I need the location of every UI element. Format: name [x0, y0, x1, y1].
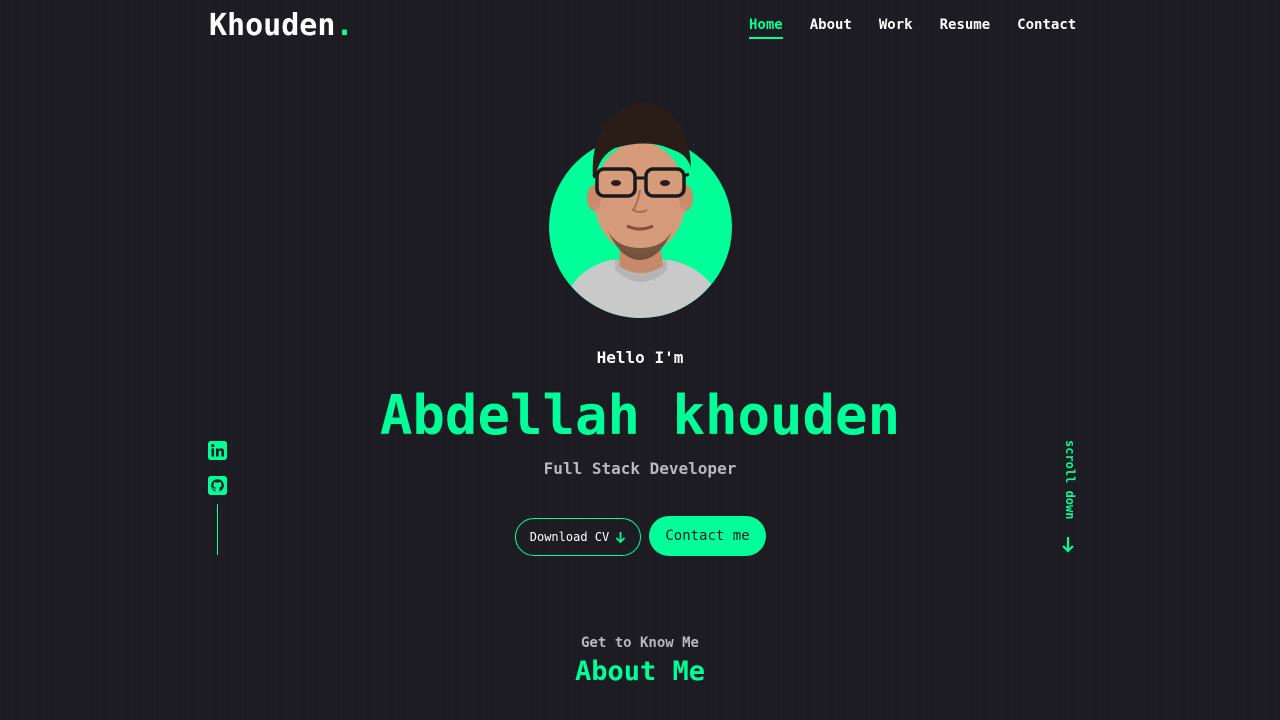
nav-about[interactable]: About	[810, 17, 852, 39]
nav-resume[interactable]: Resume	[940, 17, 991, 39]
logo[interactable]: Khouden.	[209, 8, 354, 43]
about-title: About Me	[574, 656, 706, 687]
nav-work[interactable]: Work	[879, 17, 913, 39]
nav-contact[interactable]: Contact	[1017, 17, 1076, 39]
portrait-image	[559, 102, 727, 318]
download-cv-label: Download CV	[529, 530, 610, 544]
about-subtitle: Get to Know Me	[580, 635, 699, 651]
greeting-text: Hello I'm	[596, 348, 684, 367]
page: Khouden. Home About Work Resume Contact	[0, 0, 1280, 720]
social-divider-line	[217, 504, 218, 555]
logo-dot: .	[335, 8, 354, 43]
arrow-down-icon	[1061, 535, 1075, 557]
scroll-down-link[interactable]: scroll down	[1061, 440, 1077, 519]
github-icon[interactable]	[208, 476, 227, 495]
hero-role: Full Stack Developer	[543, 459, 737, 478]
download-cv-button[interactable]: Download CV	[515, 518, 641, 556]
arrow-down-icon	[616, 531, 626, 543]
nav-home[interactable]: Home	[749, 17, 783, 39]
main-nav: Home About Work Resume Contact	[749, 17, 1076, 39]
profile-photo	[549, 98, 733, 320]
hero-name: Abdellah khouden	[379, 384, 901, 447]
logo-text: Khouden	[209, 8, 336, 43]
contact-me-button[interactable]: Contact me	[649, 516, 766, 556]
linkedin-icon[interactable]	[208, 441, 227, 460]
